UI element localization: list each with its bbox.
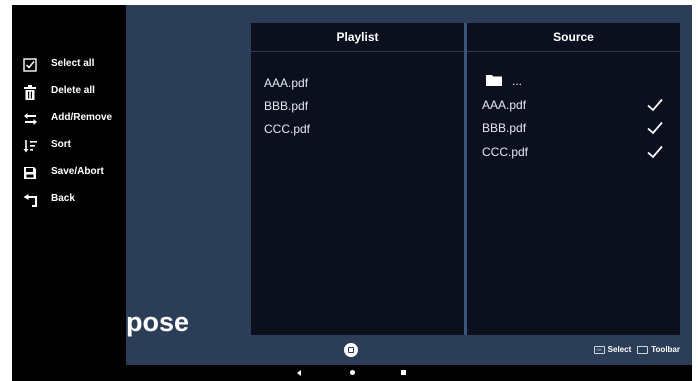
source-item-label: CCC.pdf: [482, 145, 529, 159]
nav-back-icon[interactable]: [297, 370, 301, 376]
source-item[interactable]: AAA.pdf: [482, 95, 670, 115]
parent-folder-row[interactable]: ...: [482, 71, 670, 91]
add-remove-button[interactable]: Add/Remove: [12, 107, 126, 131]
add-remove-label: Add/Remove: [51, 112, 113, 123]
checkmark-icon: [647, 98, 663, 112]
toolbar-hint-label: Toolbar: [651, 345, 680, 354]
select-all-button[interactable]: Select all: [12, 53, 126, 77]
folder-icon: [486, 74, 502, 89]
ok-key-icon: OK: [593, 345, 605, 354]
parent-folder-label: ...: [512, 74, 523, 88]
back-arrow-icon: [22, 192, 38, 208]
source-item[interactable]: CCC.pdf: [482, 142, 670, 162]
home-button[interactable]: [344, 343, 358, 357]
playlist-item[interactable]: AAA.pdf: [264, 73, 308, 93]
nav-home-icon[interactable]: [350, 370, 355, 375]
trash-icon: [22, 84, 38, 100]
checkmark-icon: [647, 121, 663, 135]
playlist-item[interactable]: BBB.pdf: [264, 96, 308, 116]
sort-label: Sort: [51, 139, 71, 150]
select-all-label: Select all: [51, 58, 95, 69]
source-panel: Source ... AAA.pdf BBB.pdf CCC.pdf: [467, 23, 680, 335]
checkbox-icon: [22, 57, 38, 73]
delete-all-button[interactable]: Delete all: [12, 80, 126, 104]
playlist-item[interactable]: CCC.pdf: [264, 119, 310, 139]
checkmark-icon: [647, 145, 663, 159]
save-icon: [22, 165, 38, 181]
select-hint-label: Select: [607, 345, 632, 354]
save-abort-label: Save/Abort: [51, 166, 104, 177]
nav-recent-apps-icon[interactable]: [401, 370, 406, 375]
back-label: Back: [51, 193, 75, 204]
sort-button[interactable]: Sort: [12, 134, 126, 158]
sort-icon: [22, 138, 38, 154]
back-button[interactable]: Back: [12, 188, 126, 212]
save-abort-button[interactable]: Save/Abort: [12, 161, 126, 185]
main-area: pose Playlist AAA.pdf BBB.pdf CCC.pdf So…: [126, 5, 692, 365]
screen-frame: Select all Delete all Add/Remove Sort Sa…: [12, 5, 692, 381]
background-title-text: pose: [126, 307, 190, 337]
source-item-label: BBB.pdf: [482, 121, 527, 135]
home-square-icon: [348, 347, 354, 353]
toolbar-key-icon: [637, 345, 649, 354]
playlist-header: Playlist: [251, 23, 464, 52]
swap-arrows-icon: [22, 111, 38, 127]
source-item-label: AAA.pdf: [482, 98, 527, 112]
source-header: Source: [467, 23, 680, 52]
playlist-panel: Playlist AAA.pdf BBB.pdf CCC.pdf: [251, 23, 464, 335]
source-item[interactable]: BBB.pdf: [482, 118, 670, 138]
delete-all-label: Delete all: [51, 85, 95, 96]
toolbar-sidebar: Select all Delete all Add/Remove Sort Sa…: [12, 5, 126, 365]
system-nav-bar: [12, 365, 692, 381]
key-hints: OK Select Toolbar: [593, 345, 680, 354]
